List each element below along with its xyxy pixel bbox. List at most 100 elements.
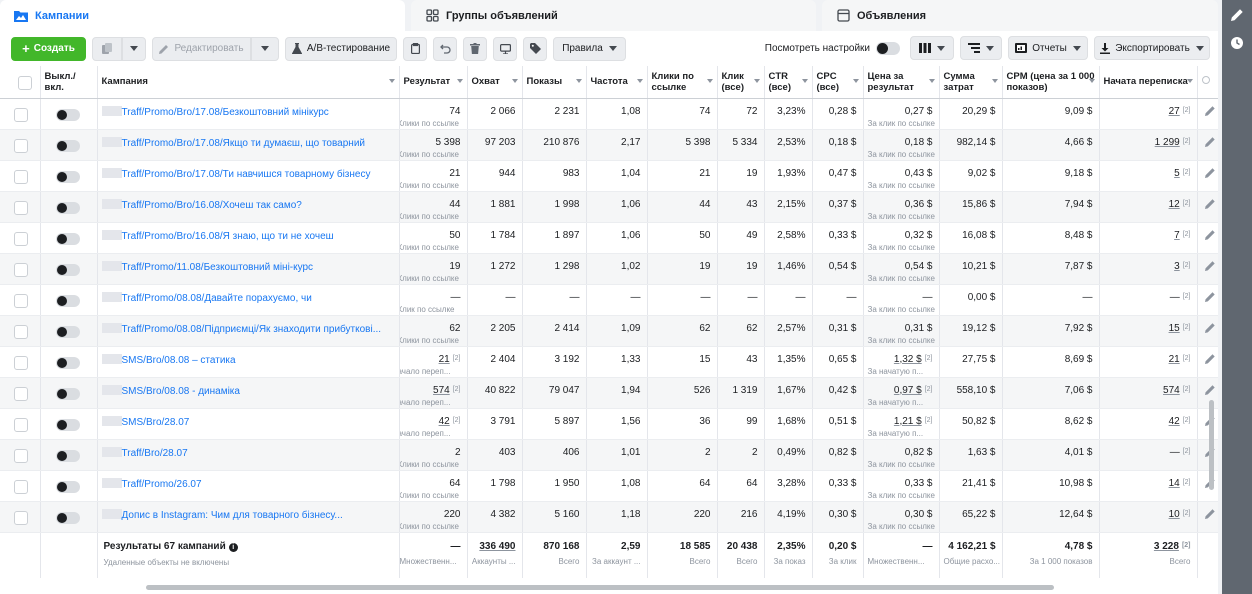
create-button[interactable]: + Создать xyxy=(11,36,86,61)
campaign-link[interactable]: Traff/Promo/08.08/Підприємці/Як знаходит… xyxy=(122,324,382,335)
campaign-link[interactable]: SMS/Bro/08.08 - динаміка xyxy=(122,386,240,397)
rules-button[interactable]: Правила xyxy=(553,36,626,61)
pencil-icon[interactable] xyxy=(1204,229,1216,241)
cell-value[interactable]: 5 xyxy=(1174,168,1180,179)
column-header-cost-per-result[interactable]: Цена за результат xyxy=(863,66,940,99)
row-checkbox[interactable] xyxy=(14,510,28,525)
campaign-toggle[interactable] xyxy=(55,356,80,369)
cell-value[interactable]: 0,97 $ xyxy=(894,385,922,396)
column-header-reach[interactable]: Охват xyxy=(467,66,523,99)
view-settings-toggle[interactable] xyxy=(876,41,900,55)
preview-button[interactable] xyxy=(493,36,517,61)
table-row[interactable]: Traff/Promo/Bro/17.08/Ти навчишся товарн… xyxy=(0,160,1218,192)
cell-value[interactable]: 21 xyxy=(439,354,450,365)
row-checkbox[interactable] xyxy=(14,107,28,122)
totals-value[interactable]: 336 490 xyxy=(479,541,515,552)
campaign-toggle[interactable] xyxy=(55,387,80,400)
table-row[interactable]: SMS/Bro/08.08 - динаміка 574 [2] ачало пере… xyxy=(0,377,1218,409)
pencil-icon[interactable] xyxy=(1204,167,1216,179)
table-row[interactable]: Traff/Promo/Bro/17.08/Якщо ти думаєш, що… xyxy=(0,129,1218,161)
tab-campaigns[interactable]: Кампании xyxy=(0,0,405,31)
history-icon[interactable] xyxy=(1230,36,1244,50)
campaign-toggle[interactable] xyxy=(55,108,80,121)
cell-value[interactable]: 7 xyxy=(1174,230,1180,241)
campaign-toggle[interactable] xyxy=(55,325,80,338)
cell-value[interactable]: 3 xyxy=(1174,261,1180,272)
column-header-impressions[interactable]: Показы xyxy=(522,66,587,99)
edit-dropdown-button[interactable] xyxy=(251,36,279,61)
vertical-scrollbar[interactable] xyxy=(1209,400,1214,490)
table-row[interactable]: SMS/Bro/28.07 42 [2] ачало переп... 3 791 5 8… xyxy=(0,408,1218,440)
pencil-icon[interactable] xyxy=(1204,322,1216,334)
cell-value[interactable]: 15 xyxy=(1169,323,1180,334)
delete-button[interactable] xyxy=(463,36,487,61)
pencil-icon[interactable] xyxy=(1204,260,1216,272)
pencil-icon[interactable] xyxy=(1204,353,1216,365)
add-column-header[interactable] xyxy=(1197,66,1218,99)
duplicate-button[interactable] xyxy=(92,36,122,61)
duplicate-dropdown-button[interactable] xyxy=(122,36,146,61)
campaign-toggle[interactable] xyxy=(55,480,80,493)
column-header-result[interactable]: Результат xyxy=(399,66,468,99)
row-checkbox[interactable] xyxy=(14,169,28,184)
campaign-toggle[interactable] xyxy=(55,511,80,524)
tab-ad-sets[interactable]: Группы объявлений xyxy=(411,0,816,31)
row-checkbox[interactable] xyxy=(14,386,28,401)
campaign-link[interactable]: Traff/Promo/Bro/16.08/Я знаю, що ти не х… xyxy=(122,231,334,242)
column-header-spend[interactable]: Сумма затрат xyxy=(939,66,1003,99)
table-row[interactable]: Traff/Promo/Bro/16.08/Хочеш так само? 44 К… xyxy=(0,191,1218,223)
row-checkbox[interactable] xyxy=(14,324,28,339)
cell-value[interactable]: 21 xyxy=(1169,354,1180,365)
table-row[interactable]: SMS/Bro/08.08 – статика 21 [2] ачало переп.… xyxy=(0,346,1218,378)
column-header-cpm[interactable]: CPM (цена за 1 000 показов) xyxy=(1002,66,1100,99)
table-row[interactable]: Traff/Promo/Bro/16.08/Я знаю, що ти не х… xyxy=(0,222,1218,254)
column-header-frequency[interactable]: Частота xyxy=(586,66,648,99)
cell-value[interactable]: 27 xyxy=(1169,106,1180,117)
campaign-link[interactable]: SMS/Bro/08.08 – статика xyxy=(122,355,236,366)
campaign-toggle[interactable] xyxy=(55,139,80,152)
row-checkbox[interactable] xyxy=(14,262,28,277)
clipboard-button[interactable] xyxy=(403,36,427,61)
export-button[interactable]: Экспортировать xyxy=(1094,36,1210,60)
pencil-icon[interactable] xyxy=(1204,198,1216,210)
campaign-toggle[interactable] xyxy=(55,263,80,276)
columns-button[interactable] xyxy=(910,36,954,60)
edit-panel-icon[interactable] xyxy=(1230,8,1244,22)
cell-value[interactable]: 42 xyxy=(1169,416,1180,427)
reports-button[interactable]: Отчеты xyxy=(1008,36,1088,60)
row-checkbox[interactable] xyxy=(14,355,28,370)
row-checkbox[interactable] xyxy=(14,200,28,215)
cell-value[interactable]: 42 xyxy=(439,416,450,427)
pencil-icon[interactable] xyxy=(1204,105,1216,117)
totals-value[interactable]: 3 228 xyxy=(1154,541,1179,552)
breakdown-button[interactable] xyxy=(960,36,1002,60)
table-row[interactable]: Traff/Bro/28.07 2 Клики по ссылке 403 406 1,0… xyxy=(0,439,1218,471)
campaign-link[interactable]: Traff/Promo/11.08/Безкоштовний міні-курс xyxy=(122,262,314,273)
row-checkbox[interactable] xyxy=(14,417,28,432)
cell-value[interactable]: 10 xyxy=(1169,509,1180,520)
cell-value[interactable]: 1,32 $ xyxy=(894,354,922,365)
undo-button[interactable] xyxy=(433,36,457,61)
campaign-link[interactable]: Traff/Promo/08.08/Давайте порахуємо, чи xyxy=(122,293,312,304)
column-header-campaign[interactable]: Кампания xyxy=(97,66,400,99)
pencil-icon[interactable] xyxy=(1204,136,1216,148)
tag-button[interactable] xyxy=(523,36,547,61)
campaign-link[interactable]: Traff/Promo/Bro/17.08/Ти навчишся товарн… xyxy=(122,169,371,180)
campaign-link[interactable]: Traff/Promo/Bro/16.08/Хочеш так само? xyxy=(122,200,302,211)
campaign-link[interactable]: Допис в Instagram: Чим для товарного біз… xyxy=(122,510,343,521)
campaign-toggle[interactable] xyxy=(55,170,80,183)
cell-value[interactable]: 1,21 $ xyxy=(894,416,922,427)
campaign-toggle[interactable] xyxy=(55,294,80,307)
select-all-checkbox[interactable] xyxy=(18,75,32,90)
column-header-clicks-all[interactable]: Клик (все) xyxy=(717,66,765,99)
horizontal-scrollbar[interactable] xyxy=(146,585,1054,590)
campaign-toggle[interactable] xyxy=(55,418,80,431)
edit-button[interactable]: Редактировать xyxy=(152,36,251,61)
table-row[interactable]: Traff/Promo/11.08/Безкоштовний міні-курс… xyxy=(0,253,1218,285)
row-checkbox[interactable] xyxy=(14,138,28,153)
campaign-link[interactable]: Traff/Promo/Bro/17.08/Безкоштовний мінік… xyxy=(122,107,329,118)
campaign-toggle[interactable] xyxy=(55,449,80,462)
row-checkbox[interactable] xyxy=(14,479,28,494)
cell-value[interactable]: 1 299 xyxy=(1155,137,1180,148)
table-row[interactable]: Traff/Promo/Bro/17.08/Безкоштовний мінік… xyxy=(0,98,1218,130)
